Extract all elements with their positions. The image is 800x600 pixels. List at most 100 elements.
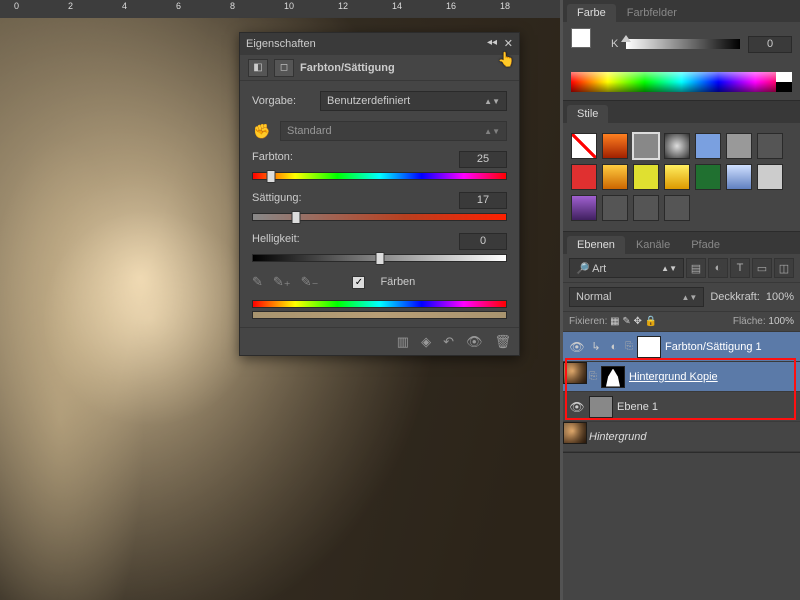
hue-gradient-top [252,300,507,308]
style-swatch[interactable] [571,164,597,190]
k-value[interactable]: 0 [748,36,792,53]
lightness-slider[interactable] [252,254,507,262]
clip-icon[interactable]: ▥ [397,334,409,350]
close-icon[interactable]: ✕ [504,37,513,50]
layer-row[interactable]: 👁 ↳ ◐ ⎘ Farbton/Sättigung 1 [563,332,800,362]
opacity-value[interactable]: 100% [766,291,794,303]
layer-name[interactable]: Farbton/Sättigung 1 [665,341,794,353]
style-none[interactable] [571,133,597,159]
visibility-icon[interactable]: 👁 [569,340,585,354]
collapse-icon[interactable]: ◂◂ [487,37,497,48]
style-swatch[interactable] [633,164,659,190]
filter-adjust-icon[interactable]: ◐ [708,258,728,278]
lock-move-icon[interactable]: ✥ [634,316,642,327]
styles-panel: Stile [563,101,800,232]
filter-pixel-icon[interactable]: ▤ [686,258,706,278]
adjustment-name: Farbton/Sättigung [300,62,395,74]
style-swatch[interactable] [757,133,783,159]
mask-icon[interactable]: ◻ [274,59,294,77]
style-swatch[interactable] [695,133,721,159]
properties-titlebar[interactable]: Eigenschaften ◂◂ ✕ 👆 [240,33,519,55]
style-swatch[interactable] [602,164,628,190]
tab-stile[interactable]: Stile [567,105,608,123]
preset-label: Vorgabe: [252,95,312,107]
lightness-label: Helligkeit: [252,233,300,250]
layer-name[interactable]: Ebene 1 [617,401,794,413]
saturation-slider[interactable] [252,213,507,221]
hand-tool-icon[interactable]: ✊ [252,123,272,140]
tab-pfade[interactable]: Pfade [681,236,730,254]
lightness-value[interactable]: 0 [459,233,507,250]
right-panels: Farbe Farbfelder K 0 Stile [563,0,800,600]
color-spectrum[interactable] [571,72,792,92]
layer-name[interactable]: Hintergrund Kopie [629,371,794,383]
reset-icon[interactable]: ↶ [443,334,454,350]
style-swatch[interactable] [602,133,628,159]
lock-all-icon[interactable]: 🔒 [645,316,657,327]
tab-farbfelder[interactable]: Farbfelder [617,4,687,22]
tab-farbe[interactable]: Farbe [567,4,616,22]
hue-value[interactable]: 25 [459,151,507,168]
hue-gradient-bottom [252,311,507,319]
visibility-icon[interactable]: 👁 [569,400,585,414]
style-swatch[interactable] [633,133,659,159]
channel-select[interactable]: Standard▲▼ [280,121,507,141]
layer-thumb[interactable] [563,362,587,384]
tab-kanaele[interactable]: Kanäle [626,236,680,254]
style-swatch[interactable] [695,164,721,190]
layers-panel: Ebenen Kanäle Pfade 🔎 Art▲▼ ▤ ◐ T ▭ ◫ No… [563,232,800,453]
tab-ebenen[interactable]: Ebenen [567,236,625,254]
saturation-label: Sättigung: [252,192,302,209]
styles-grid [571,129,792,225]
lock-trans-icon[interactable]: ▦ [610,316,619,327]
eyedropper-sub-icon[interactable]: ✎₋ [301,274,319,290]
adjustment-icon[interactable]: ◧ [248,59,268,77]
properties-subheader: ◧ ◻ Farbton/Sättigung [240,55,519,81]
style-swatch[interactable] [602,195,628,221]
adjustment-layer-icon: ◐ [607,341,621,353]
layer-mask-thumb[interactable] [637,336,661,358]
fg-bg-swatch[interactable] [571,28,603,60]
fill-label: Fläche: [733,316,766,327]
saturation-value[interactable]: 17 [459,192,507,209]
properties-panel: Eigenschaften ◂◂ ✕ 👆 ◧ ◻ Farbton/Sättigu… [239,32,520,356]
layer-name[interactable]: Hintergrund [589,431,794,443]
color-panel: Farbe Farbfelder K 0 [563,0,800,101]
hue-slider[interactable] [252,172,507,180]
link-icon[interactable]: ⎘ [589,371,597,382]
layer-row[interactable]: 👁 ⎘ Hintergrund Kopie [563,362,800,392]
layer-thumb[interactable] [589,396,613,418]
style-swatch[interactable] [757,164,783,190]
filter-type-icon[interactable]: T [730,258,750,278]
trash-icon[interactable]: 🗑 [494,334,511,350]
lock-paint-icon[interactable]: ✎ [622,316,630,327]
style-swatch[interactable] [664,133,690,159]
style-swatch[interactable] [664,195,690,221]
layer-mask-thumb[interactable] [601,366,625,388]
clip-indicator-icon: ↳ [589,340,603,353]
layer-filter-select[interactable]: 🔎 Art▲▼ [569,258,684,278]
layer-list: 👁 ↳ ◐ ⎘ Farbton/Sättigung 1 👁 ⎘ Hintergr… [563,332,800,452]
lock-label: Fixieren: [569,316,607,327]
k-slider[interactable] [626,39,740,49]
preset-select[interactable]: Benutzerdefiniert▲▼ [320,91,507,111]
layer-thumb[interactable] [563,422,587,444]
style-swatch[interactable] [633,195,659,221]
style-swatch[interactable] [571,195,597,221]
blend-mode-select[interactable]: Normal▲▼ [569,287,704,307]
link-icon[interactable]: ⎘ [625,341,633,352]
filter-smart-icon[interactable]: ◫ [774,258,794,278]
filter-shape-icon[interactable]: ▭ [752,258,772,278]
colorize-checkbox[interactable]: ✓ [352,276,365,289]
eyedropper-add-icon[interactable]: ✎₊ [273,274,291,290]
visibility-icon[interactable]: 👁 [466,334,483,350]
fill-value[interactable]: 100% [768,316,794,327]
eyedropper-icon[interactable]: ✎ [252,274,263,290]
style-swatch[interactable] [726,164,752,190]
style-swatch[interactable] [726,133,752,159]
layer-row[interactable]: 👁 Hintergrund [563,422,800,452]
prev-icon[interactable]: ◈ [421,334,431,350]
style-swatch[interactable] [664,164,690,190]
layer-row[interactable]: 👁 Ebene 1 [563,392,800,422]
k-label: K [611,38,618,50]
